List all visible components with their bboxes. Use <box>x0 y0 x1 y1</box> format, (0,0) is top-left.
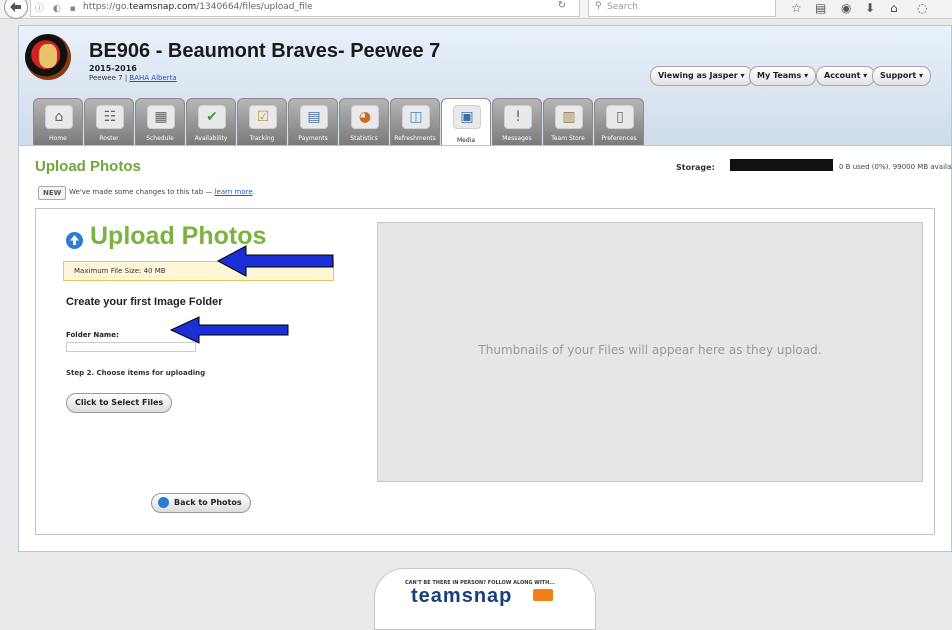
page-title: Upload Photos <box>35 158 141 175</box>
pie-chart-icon: ◕ <box>351 105 379 129</box>
account-button[interactable]: Account ▾ <box>816 66 876 86</box>
browser-toolbar: ⓘ ◐ ▪ https://go.teamsnap.com/1340664/fi… <box>0 0 952 19</box>
team-season: 2015-2016 <box>89 64 137 73</box>
dropzone-text: Thumbnails of your Files will appear her… <box>478 343 822 357</box>
cup-icon: ◫ <box>402 105 430 129</box>
tab-preferences[interactable]: ▯ Preferences <box>594 98 644 145</box>
message-icon: ! <box>504 105 532 129</box>
select-files-button[interactable]: Click to Select Files <box>66 393 173 413</box>
viewing-as-button[interactable]: Viewing as Jasper ▾ <box>650 66 753 86</box>
learn-more-link[interactable]: learn more <box>215 188 253 196</box>
back-to-photos-button[interactable]: Back to Photos <box>151 493 251 513</box>
tab-team-store[interactable]: ▥ Team Store <box>543 98 593 145</box>
tab-roster[interactable]: ☷ Roster <box>84 98 134 145</box>
storage-meter <box>730 159 833 171</box>
upload-box: Upload Photos Maximum File Size: 40 MB C… <box>35 208 935 535</box>
team-division: Peewee 7 | BAHA Alberta <box>89 74 177 82</box>
tab-media[interactable]: ▣ Media <box>441 98 491 147</box>
change-notice: We've made some changes to this tab — le… <box>69 188 255 196</box>
search-icon: ⚲ <box>595 1 602 11</box>
thumbnail-dropzone[interactable]: Thumbnails of your Files will appear her… <box>377 222 923 482</box>
tab-refreshments[interactable]: ◫ Refreshments <box>390 98 440 145</box>
tab-statistics[interactable]: ◕ Statistics <box>339 98 389 145</box>
phone-icon: ▯ <box>606 105 634 129</box>
annotation-arrow-icon <box>169 316 289 344</box>
chat-icon[interactable]: ◌ <box>917 1 927 15</box>
calendar-icon: ▦ <box>147 105 175 129</box>
team-name: BE906 - Beaumont Braves- Peewee 7 <box>89 40 441 62</box>
step2-label: Step 2. Choose items for uploading <box>66 369 206 377</box>
association-link[interactable]: BAHA Alberta <box>129 74 176 82</box>
annotation-arrow-icon <box>216 245 334 277</box>
url-text: https://go.teamsnap.com/1340664/files/up… <box>83 2 313 12</box>
tab-tracking[interactable]: ☑ Tracking <box>237 98 287 145</box>
team-header: BE906 - Beaumont Braves- Peewee 7 2015-2… <box>18 25 952 147</box>
shopping-bag-icon: ▥ <box>555 105 583 129</box>
back-arrow-icon[interactable] <box>4 0 28 19</box>
my-teams-button[interactable]: My Teams ▾ <box>749 66 817 86</box>
tab-home[interactable]: ⌂ Home <box>33 98 83 145</box>
clipboard-icon: ☑ <box>249 105 277 129</box>
browser-search-input[interactable]: ⚲ Search <box>588 0 776 17</box>
content-panel: Upload Photos NEW We've made some change… <box>18 145 952 552</box>
teamsnap-promo[interactable]: CAN'T BE THERE IN PERSON? FOLLOW ALONG W… <box>374 568 596 630</box>
team-logo <box>25 34 71 80</box>
home-icon[interactable]: ⌂ <box>890 1 898 15</box>
reading-list-icon[interactable]: ▤ <box>815 1 826 15</box>
payments-icon: ▤ <box>300 105 328 129</box>
new-badge: NEW <box>38 186 67 200</box>
home-icon: ⌂ <box>45 105 73 129</box>
storage-usage-text: 0 B used (0%). 99000 MB available <box>839 163 952 171</box>
checkmark-icon: ✔ <box>198 105 226 129</box>
url-bar[interactable]: ⓘ ◐ ▪ https://go.teamsnap.com/1340664/fi… <box>30 0 580 17</box>
storage-label: Storage: <box>676 163 715 172</box>
tab-payments[interactable]: ▤ Payments <box>288 98 338 145</box>
tab-availability[interactable]: ✔ Availability <box>186 98 236 145</box>
flag-icon <box>533 589 553 601</box>
reload-icon[interactable]: ↻ <box>553 0 571 16</box>
bookmark-star-icon[interactable]: ☆ <box>791 1 802 15</box>
support-button[interactable]: Support ▾ <box>872 66 931 86</box>
folder-name-label: Folder Name: <box>66 331 119 339</box>
download-icon[interactable]: ⬇ <box>865 1 875 15</box>
back-circle-icon <box>158 497 169 508</box>
create-folder-heading: Create your first Image Folder <box>66 296 223 308</box>
roster-icon: ☷ <box>96 105 124 129</box>
site-info-icon[interactable]: ⓘ ◐ ▪ <box>35 1 79 14</box>
pocket-icon[interactable]: ◉ <box>841 1 851 15</box>
upload-arrow-icon <box>66 232 83 249</box>
media-icon: ▣ <box>453 105 481 129</box>
tab-schedule[interactable]: ▦ Schedule <box>135 98 185 145</box>
tab-messages[interactable]: ! Messages <box>492 98 542 145</box>
